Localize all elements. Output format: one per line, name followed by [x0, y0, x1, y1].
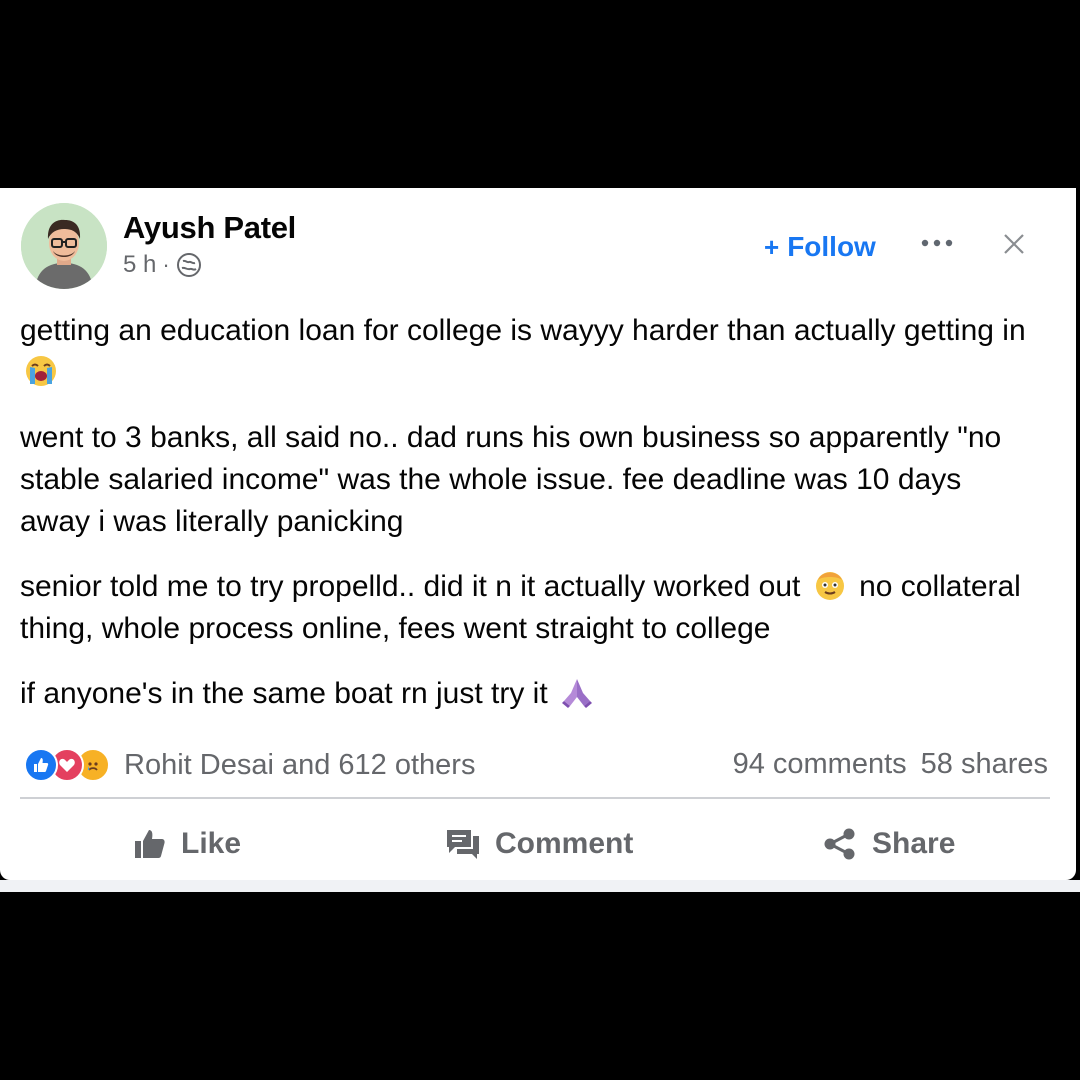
comment-icon	[447, 830, 479, 859]
author-name[interactable]: Ayush Patel	[123, 210, 296, 246]
more-options-icon[interactable]	[918, 228, 958, 258]
feed-background	[0, 880, 1080, 892]
post-card: Ayush Patel 5 h · + Follow getting an ed…	[0, 188, 1076, 880]
comment-label: Comment	[495, 827, 634, 860]
post-body: getting an education loan for college is…	[20, 310, 1030, 738]
meta-separator: ·	[162, 252, 170, 277]
paragraph-text: senior told me to try propelld.. did it …	[20, 570, 801, 603]
plus-icon: +	[764, 231, 780, 262]
post-paragraph: senior told me to try propelld.. did it …	[20, 566, 1030, 650]
share-label: Share	[872, 827, 956, 860]
thumbs-up-icon	[135, 830, 165, 858]
engagement-counts: 94 comments 58 shares	[733, 748, 1048, 781]
reaction-summary[interactable]: Rohit Desai and 612 others	[24, 748, 475, 782]
relieved-face-icon	[813, 568, 847, 602]
shares-count[interactable]: 58 shares	[921, 748, 1048, 781]
like-button[interactable]: Like	[133, 824, 241, 864]
paragraph-text: if anyone's in the same boat rn just try…	[20, 677, 548, 710]
divider	[20, 797, 1050, 799]
comments-count[interactable]: 94 comments	[733, 748, 907, 781]
like-icon	[24, 748, 58, 782]
follow-button[interactable]: + Follow	[764, 231, 876, 263]
reaction-names[interactable]: Rohit Desai and 612 others	[124, 749, 475, 782]
post-meta: 5 h ·	[123, 251, 202, 279]
paragraph-text: getting an education loan for college is…	[20, 314, 1026, 347]
loudly-crying-face-icon	[24, 354, 58, 388]
share-icon	[824, 828, 855, 860]
post-paragraph: getting an education loan for college is…	[20, 310, 1030, 394]
author-avatar[interactable]	[21, 203, 107, 289]
paragraph-text: went to 3 banks, all said no.. dad runs …	[20, 421, 1002, 538]
post-paragraph: went to 3 banks, all said no.. dad runs …	[20, 417, 1030, 543]
follow-label: Follow	[787, 231, 876, 262]
share-button[interactable]: Share	[822, 824, 955, 864]
globe-icon[interactable]	[176, 252, 202, 278]
like-label: Like	[181, 827, 242, 860]
folded-hands-icon	[560, 675, 594, 709]
close-icon[interactable]	[1000, 230, 1028, 258]
post-paragraph: if anyone's in the same boat rn just try…	[20, 673, 1030, 715]
post-time[interactable]: 5 h	[123, 251, 156, 279]
comment-button[interactable]: Comment	[445, 824, 633, 864]
